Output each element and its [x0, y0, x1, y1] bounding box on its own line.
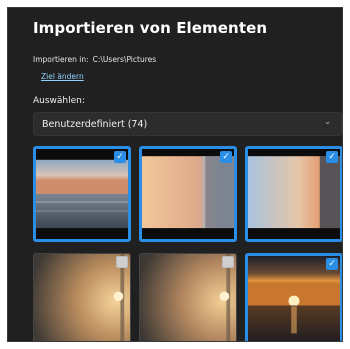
thumbnail-item[interactable]: ✓ — [245, 146, 342, 242]
thumbnail-item[interactable] — [33, 253, 131, 341]
change-target-link[interactable]: Ziel ändern — [41, 72, 84, 81]
import-path-row: Importieren in: C:\Users\Pictures — [33, 55, 156, 64]
import-path-label: Importieren in: — [33, 55, 89, 64]
checkbox-unselected[interactable] — [222, 256, 234, 268]
checkbox-selected[interactable]: ✓ — [220, 151, 232, 163]
thumbnail-item[interactable]: ✓ — [245, 253, 342, 341]
checkbox-selected[interactable]: ✓ — [326, 151, 338, 163]
dialog-title: Importieren von Elementen — [33, 19, 268, 37]
chevron-down-icon: ⌄ — [324, 117, 331, 126]
import-path-value: C:\Users\Pictures — [92, 55, 157, 64]
import-dialog: Importieren von Elementen Importieren in… — [7, 7, 343, 342]
selection-dropdown[interactable]: Benutzerdefiniert (74) ⌄ — [33, 112, 342, 136]
checkbox-selected[interactable]: ✓ — [326, 258, 338, 270]
dropdown-value: Benutzerdefiniert (74) — [42, 118, 148, 130]
checkbox-unselected[interactable] — [116, 256, 128, 268]
checkbox-selected[interactable]: ✓ — [114, 151, 126, 163]
thumbnail-item[interactable]: ✓ — [33, 146, 131, 242]
select-label: Auswählen: — [33, 96, 85, 106]
thumbnail-item[interactable] — [139, 253, 237, 341]
thumbnail-item[interactable]: ✓ — [139, 146, 237, 242]
